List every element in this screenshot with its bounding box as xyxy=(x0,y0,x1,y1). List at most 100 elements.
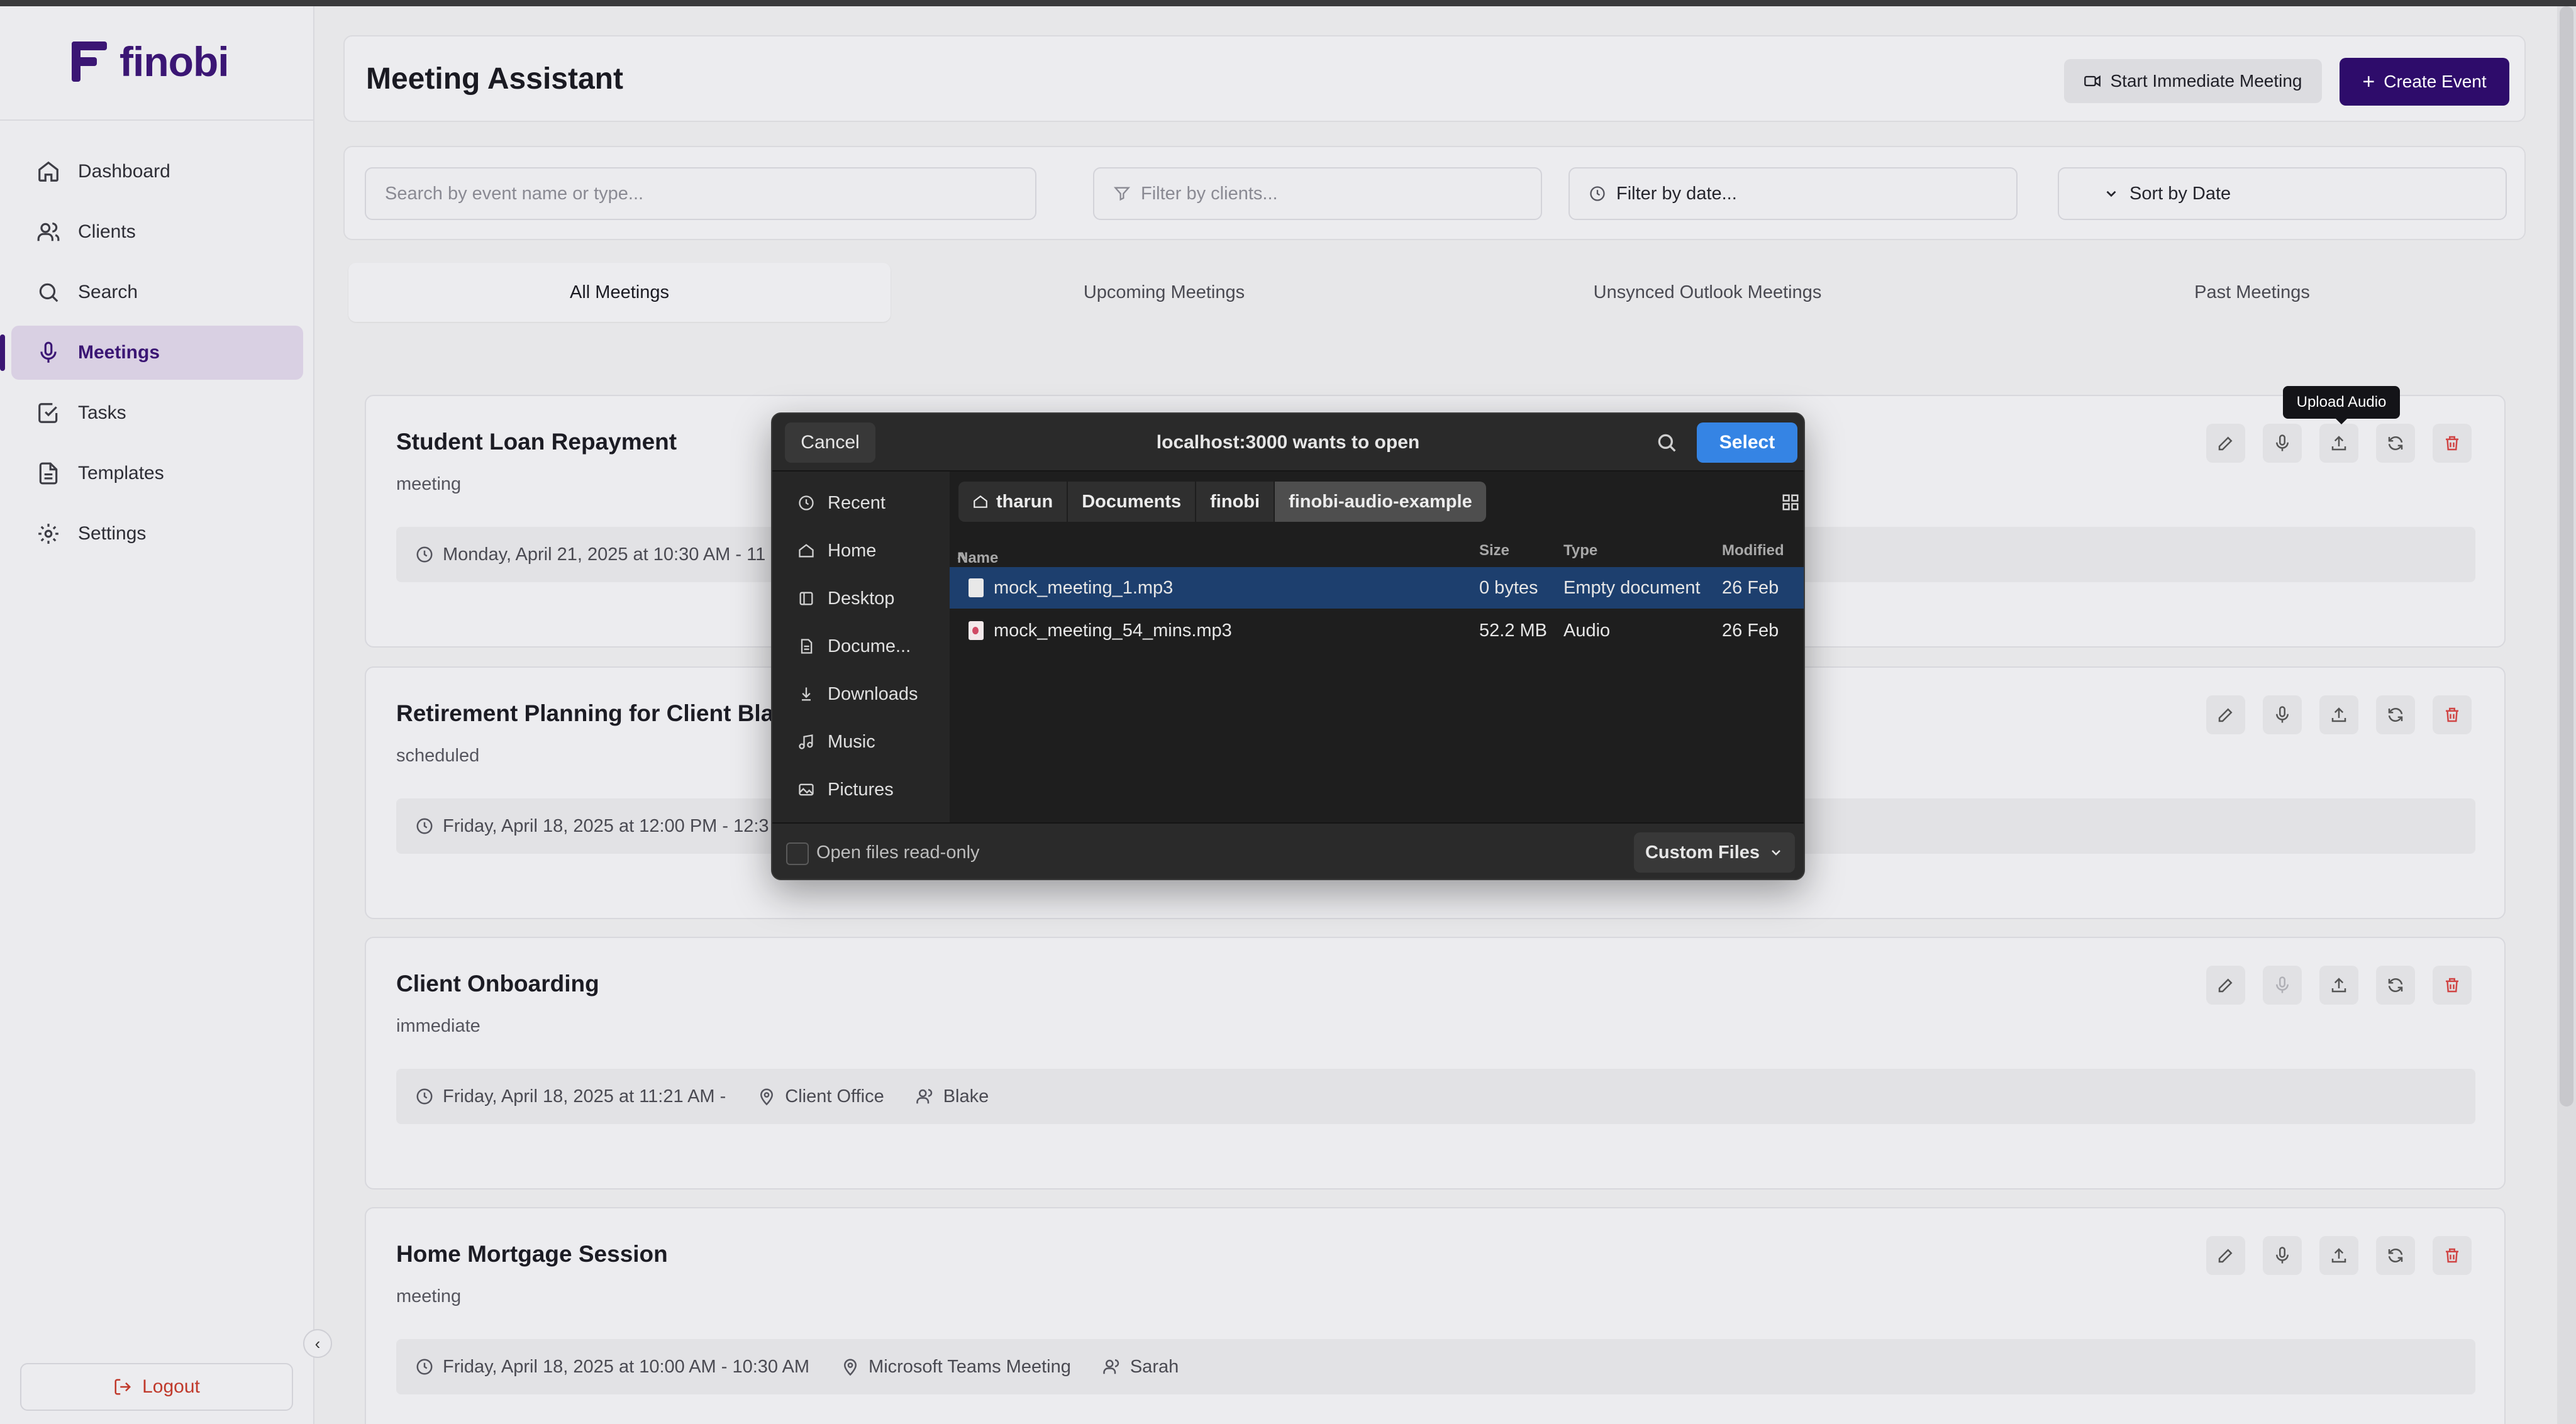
sync-button[interactable] xyxy=(2376,1236,2415,1275)
edit-button[interactable] xyxy=(2206,966,2245,1005)
file-row[interactable]: mock_meeting_54_mins.mp3 52.2 MB Audio 2… xyxy=(950,610,1804,651)
upload-audio-button[interactable] xyxy=(2319,424,2358,463)
map-pin-icon xyxy=(760,1088,774,1106)
meeting-actions xyxy=(2206,1236,2472,1275)
sync-button[interactable] xyxy=(2376,966,2415,1005)
edit-button[interactable] xyxy=(2206,1236,2245,1275)
sidebar-item-settings[interactable]: Settings xyxy=(11,507,303,561)
place-home[interactable]: Home xyxy=(772,527,950,575)
mic-icon xyxy=(40,341,57,363)
place-pictures[interactable]: Pictures xyxy=(772,766,950,814)
place-recent[interactable]: Recent xyxy=(772,479,950,527)
delete-button[interactable] xyxy=(2433,424,2472,463)
select-button[interactable]: Select xyxy=(1697,422,1797,463)
date-filter-button[interactable]: Filter by date... xyxy=(1568,167,2018,220)
logout-button[interactable]: Logout xyxy=(20,1363,293,1411)
record-button[interactable] xyxy=(2263,695,2302,734)
clock-icon xyxy=(799,495,814,511)
upload-audio-button[interactable] xyxy=(2319,966,2358,1005)
sidebar-item-search[interactable]: Search xyxy=(11,265,303,319)
create-event-button[interactable]: + Create Event xyxy=(2340,58,2509,106)
breadcrumb-home[interactable]: tharun xyxy=(958,482,1067,522)
meeting-attendee: Sarah xyxy=(1130,1356,1179,1377)
meeting-type: scheduled xyxy=(396,746,480,766)
meeting-card[interactable]: Client Onboarding immediate Friday, Apri… xyxy=(365,937,2506,1189)
delete-button[interactable] xyxy=(2433,966,2472,1005)
logout-label: Logout xyxy=(142,1376,200,1397)
video-icon xyxy=(2084,75,2101,87)
tab-past-meetings[interactable]: Past Meetings xyxy=(1981,263,2523,322)
place-desktop[interactable]: Desktop xyxy=(772,575,950,622)
sync-button[interactable] xyxy=(2376,424,2415,463)
image-icon xyxy=(799,783,814,796)
upload-icon xyxy=(2331,436,2346,451)
column-size[interactable]: Size xyxy=(1479,542,1509,560)
client-filter-input[interactable]: Filter by clients... xyxy=(1093,167,1542,220)
edit-button[interactable] xyxy=(2206,424,2245,463)
place-music[interactable]: Music xyxy=(772,718,950,766)
delete-button[interactable] xyxy=(2433,1236,2472,1275)
pencil-icon xyxy=(2218,1249,2233,1263)
sidebar-item-meetings[interactable]: Meetings xyxy=(0,326,303,380)
record-button[interactable] xyxy=(2263,424,2302,463)
collapse-sidebar-button[interactable]: ‹ xyxy=(303,1329,332,1358)
read-only-checkbox[interactable] xyxy=(786,842,809,865)
file-type: Empty document xyxy=(1563,578,1701,598)
sidebar-item-label: Search xyxy=(78,282,138,302)
search-input[interactable]: Search by event name or type... xyxy=(365,167,1036,220)
delete-button[interactable] xyxy=(2433,695,2472,734)
map-pin-icon xyxy=(844,1359,857,1376)
path-bar: tharun Documents finobi finobi-audio-exa… xyxy=(958,482,1486,522)
file-row[interactable]: mock_meeting_1.mp3 0 bytes Empty documen… xyxy=(950,567,1804,609)
logout-icon xyxy=(114,1379,131,1395)
sidebar-item-dashboard[interactable]: Dashboard xyxy=(11,145,303,199)
upload-audio-tooltip: Upload Audio xyxy=(2283,386,2400,424)
file-size: 0 bytes xyxy=(1479,578,1538,598)
breadcrumb-documents[interactable]: Documents xyxy=(1068,482,1196,522)
column-type[interactable]: Type xyxy=(1563,542,1597,560)
record-button[interactable] xyxy=(2263,1236,2302,1275)
breadcrumb-finobi[interactable]: finobi xyxy=(1196,482,1274,522)
place-documents[interactable]: Docume... xyxy=(772,622,950,670)
meeting-date: Friday, April 18, 2025 at 11:21 AM - xyxy=(443,1086,726,1107)
place-label: Recent xyxy=(828,492,886,513)
meeting-actions xyxy=(2206,966,2472,1005)
sidebar-item-templates[interactable]: Templates xyxy=(11,446,303,500)
start-immediate-meeting-button[interactable]: Start Immediate Meeting xyxy=(2064,59,2322,103)
sync-button[interactable] xyxy=(2376,695,2415,734)
search-icon[interactable] xyxy=(1654,430,1679,455)
browser-top-strip xyxy=(0,0,2576,6)
cancel-button[interactable]: Cancel xyxy=(785,422,875,463)
sidebar-item-label: Clients xyxy=(78,221,136,242)
sort-select[interactable]: Sort by Date xyxy=(2058,167,2507,220)
clock-icon xyxy=(416,1359,433,1375)
users-icon xyxy=(916,1089,932,1104)
tab-all-meetings[interactable]: All Meetings xyxy=(348,263,891,322)
page-scrollbar-thumb[interactable] xyxy=(2560,6,2573,1107)
brand-logo[interactable]: finobi xyxy=(69,38,230,86)
meeting-card[interactable]: Home Mortgage Session meeting Friday, Ap… xyxy=(365,1207,2506,1424)
file-type-filter-dropdown[interactable]: Custom Files xyxy=(1634,832,1795,873)
place-label: Desktop xyxy=(828,588,895,609)
document-icon xyxy=(801,639,813,654)
tab-unsynced-outlook-meetings[interactable]: Unsynced Outlook Meetings xyxy=(1436,263,1979,322)
search-placeholder: Search by event name or type... xyxy=(385,183,644,204)
record-button[interactable] xyxy=(2263,966,2302,1005)
sidebar: finobi Dashboard Clients Search Meetings… xyxy=(0,6,314,1424)
tab-upcoming-meetings[interactable]: Upcoming Meetings xyxy=(893,263,1435,322)
column-modified[interactable]: Modified xyxy=(1722,542,1784,560)
place-downloads[interactable]: Downloads xyxy=(772,670,950,718)
breadcrumb-current-folder[interactable]: finobi-audio-example xyxy=(1275,482,1486,522)
edit-button[interactable] xyxy=(2206,695,2245,734)
place-label: Music xyxy=(828,731,875,752)
upload-audio-button[interactable] xyxy=(2319,1236,2358,1275)
logo-mark-icon xyxy=(69,41,107,82)
dialog-header: localhost:3000 wants to open Cancel Sele… xyxy=(772,414,1804,472)
upload-audio-button[interactable] xyxy=(2319,695,2358,734)
sidebar-item-tasks[interactable]: Tasks xyxy=(11,386,303,440)
breadcrumb-label: finobi-audio-example xyxy=(1289,491,1472,512)
clock-icon xyxy=(416,1088,433,1105)
create-event-label: Create Event xyxy=(2384,72,2487,91)
sidebar-item-clients[interactable]: Clients xyxy=(11,205,303,259)
grid-view-icon[interactable] xyxy=(1781,493,1800,512)
